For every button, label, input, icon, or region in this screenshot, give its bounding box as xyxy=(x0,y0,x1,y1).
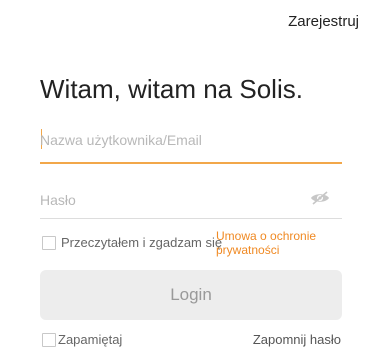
username-field-container xyxy=(40,124,342,164)
remember-checkbox[interactable] xyxy=(42,333,56,347)
login-button[interactable]: Login xyxy=(40,270,342,320)
remember-row: Zapamiętaj xyxy=(40,331,190,351)
agreement-checkbox[interactable] xyxy=(42,236,56,250)
remember-label: Zapamiętaj xyxy=(58,332,123,347)
forgot-password-link[interactable]: Zapomnij hasło xyxy=(253,332,341,347)
agreement-text: Przeczytałem i zgadzam się xyxy=(61,235,223,250)
password-input[interactable] xyxy=(40,188,300,212)
password-field-container xyxy=(40,184,342,219)
agreement-row: Przeczytałem i zgadzam się Umowa o ochro… xyxy=(40,229,350,259)
page-title: Witam, witam na Solis. xyxy=(40,74,303,104)
eye-icon[interactable] xyxy=(310,191,330,205)
status-bar xyxy=(0,0,369,8)
username-input[interactable] xyxy=(40,128,300,152)
privacy-policy-link[interactable]: Umowa o ochronie prywatności xyxy=(216,229,326,257)
register-link[interactable]: Zarejestruj xyxy=(288,13,359,30)
